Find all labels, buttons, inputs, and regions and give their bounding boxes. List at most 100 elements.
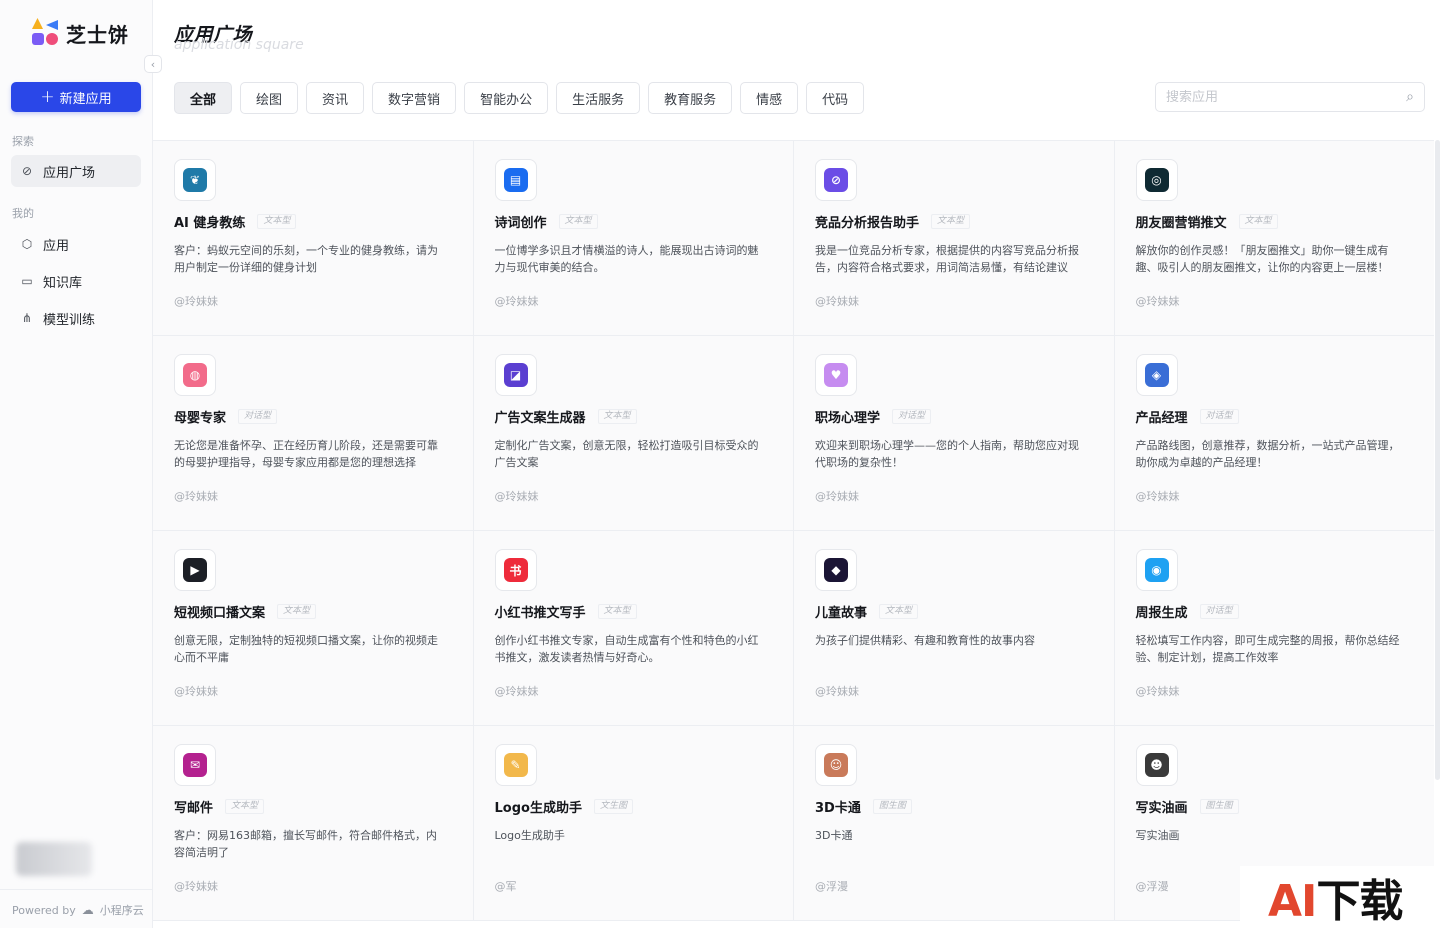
app-card[interactable]: ◎ 朋友圈营销推文 文本型 解放你的创作灵感！「朋友圈推文」助你一键生成有趣、吸引人的… [1114,141,1434,336]
sidebar-item-model-training[interactable]: ⋔ 模型训练 [11,302,141,334]
app-card[interactable]: ⊘ 竞品分析报告助手 文本型 我是一位竞品分析专家，根据提供的内容写竞品分析报告，内容… [794,141,1115,336]
user-avatar[interactable] [16,842,92,876]
app-title-row: 母婴专家 对话型 [174,407,453,426]
scrollbar-thumb[interactable] [1435,140,1440,780]
powered-by-text: Powered by [12,903,76,917]
new-app-button[interactable]: + 新建应用 [11,82,141,112]
sidebar-item-apps[interactable]: ⬡ 应用 [11,228,141,260]
section-label-mine: 我的 [12,207,34,220]
app-title: 写邮件 [174,801,214,816]
app-author: @玲妹妹 [174,685,218,698]
filter-news[interactable]: 资讯 [306,82,365,114]
app-title-row: AI 健身教练 文本型 [174,212,453,231]
app-type-tag: 图生图 [1199,799,1239,814]
app-card[interactable]: ◉ 周报生成 对话型 轻松填写工作内容，即可生成完整的周报，帮你总结经验、制定计划，提… [1114,531,1434,726]
app-card[interactable]: ✉ 写邮件 文本型 客户：网易163邮箱，擅长写邮件，符合邮件格式，内容简洁明了 @玲妹… [153,726,474,921]
app-card[interactable]: 书小红书推文写手 文本型 创作小红书推文专家，自动生成富有个性和特色的小红书推文，激… [473,531,794,726]
app-description: 创意无限，定制独特的短视频口播文案，让你的视频走心而不平庸 [174,634,438,664]
app-card[interactable]: ✎ Logo生成助手 文生图 Logo生成助手 @军 [473,726,794,921]
chevron-left-icon: ‹ [150,57,156,71]
app-title-row: 3D卡通 图生图 [815,797,1094,816]
app-author: @玲妹妹 [815,685,859,698]
brand-logo-icon [30,18,60,48]
app-icon-glyph: ✉ [183,753,207,777]
powered-by-vendor: 小程序云 [99,904,144,917]
app-icon-glyph: ◈ [1144,363,1169,387]
app-icon-glyph: 书 [503,558,528,582]
app-description: 定制化广告文案，创意无限，轻松打造吸引目标受众的广告文案 [494,439,759,469]
brand-name: 芝士饼 [66,22,129,47]
watermark-prefix: AI [1268,876,1317,927]
app-icon-glyph: ◆ [824,558,848,582]
powered-by: Powered by ☁ 小程序云 [0,889,153,918]
app-title: 短视频口播文案 [174,606,266,621]
app-card[interactable]: ❦ AI 健身教练 文本型 客户：蚂蚁元空间的乐刻，一个专业的健身教练，请为用户制定一… [153,141,474,336]
brand-logo[interactable]: 芝士饼 [30,18,129,48]
app-title-row: 产品经理 对话型 [1136,407,1415,426]
app-card[interactable]: ☺ 3D卡通 图生图 3D卡通 @浮漫 [794,726,1115,921]
app-card[interactable]: ♥ 职场心理学 对话型 欢迎来到职场心理学——您的个人指南，帮助您应对现代职场的复杂性… [794,336,1115,531]
collapse-sidebar-button[interactable]: ‹ [144,55,162,73]
app-title: 3D卡通 [815,801,861,816]
app-title: 朋友圈营销推文 [1135,216,1227,231]
app-card[interactable]: ◈ 产品经理 对话型产品路线图，创意推荐，数据分析，一站式产品管理，助你成为卓越的产… [1114,336,1434,531]
app-description: 3D卡通 [815,829,853,842]
search-icon[interactable]: ⌕ [1406,89,1414,105]
app-type-tag: 文本型 [931,214,971,229]
filter-all[interactable]: 全部 [174,82,233,114]
app-type-tag: 文本型 [277,604,317,619]
app-title: 产品经理 [1135,411,1188,426]
app-description: 我是一位竞品分析专家，根据提供的内容写竞品分析报告，内容符合格式要求，用词简洁易… [815,244,1079,274]
filter-digital-marketing[interactable]: 数字营销 [372,82,457,114]
search-box: ⌕ [1155,82,1425,112]
app-title-row: 广告文案生成器 文本型 [495,407,774,426]
app-type-tag: 文本型 [597,409,637,424]
filter-life-services[interactable]: 生活服务 [556,82,641,114]
page-subtitle: application square [174,37,304,53]
app-description: 产品路线图，创意推荐，数据分析，一站式产品管理，助你成为卓越的产品经理！ [1135,439,1400,469]
filter-drawing[interactable]: 绘图 [240,82,299,114]
app-author: @浮漫 [815,880,848,893]
app-title: 写实油画 [1135,801,1188,816]
filter-smart-office[interactable]: 智能办公 [464,82,549,114]
app-type-tag: 对话型 [238,409,278,424]
app-card[interactable]: ◆ 儿童故事 文本型 为孩子们提供精彩、有趣和教育性的故事内容 @玲妹妹 [794,531,1115,726]
app-author: @玲妹妹 [494,490,539,503]
sidebar-item-knowledge-base[interactable]: ▭ 知识库 [11,265,141,297]
sidebar-item-label: 知识库 [43,275,83,291]
app-title-row: 竞品分析报告助手 文本型 [815,212,1094,231]
app-title: 母婴专家 [174,411,227,426]
app-type-tag: 图生图 [872,799,912,814]
compass-icon: ⊘ [21,164,33,178]
app-card[interactable]: ◪ 广告文案生成器 文本型定制化广告文案，创意无限，轻松打造吸引目标受众的广告文案 @… [473,336,794,531]
sidebar-item-app-square[interactable]: ⊘ 应用广场 [11,155,141,187]
app-title-row: Logo生成助手 文生图 [495,797,774,816]
app-author: @玲妹妹 [815,490,859,503]
app-icon: ◍ [174,354,216,396]
app-icon-glyph: ◍ [183,363,207,387]
filter-education[interactable]: 教育服务 [648,82,733,114]
app-description: 一位博学多识且才情横溢的诗人，能展现出古诗词的魅力与现代审美的结合。 [494,244,759,274]
app-icon: ♥ [815,354,857,396]
app-author: @玲妹妹 [174,490,218,503]
sidebar-item-label: 应用广场 [43,165,96,181]
app-type-tag: 对话型 [1199,604,1239,619]
app-card[interactable]: ▤ 诗词创作 文本型 一位博学多识且才情横溢的诗人，能展现出古诗词的魅力与现代审美的结… [473,141,794,336]
app-description: 解放你的创作灵感！「朋友圈推文」助你一键生成有趣、吸引人的朋友圈推文，让你的内容… [1135,244,1389,274]
sidebar: 芝士饼 + 新建应用 探索 ⊘ 应用广场 我的 ⬡ 应用 ▭ 知识库 ⋔ 模型训… [0,0,153,928]
app-card[interactable]: ◍ 母婴专家 对话型 无论您是准备怀孕、正在经历育儿阶段，还是需要可靠的母婴护理指导，… [153,336,474,531]
app-title-row: 短视频口播文案 文本型 [174,602,453,621]
app-type-tag: 对话型 [892,409,932,424]
filter-emotion[interactable]: 情感 [740,82,799,114]
app-author: @浮漫 [1135,880,1169,893]
app-card[interactable]: ▶ 短视频口播文案 文本型创意无限，定制独特的短视频口播文案，让你的视频走心而不平庸… [153,531,474,726]
search-input[interactable] [1166,89,1407,105]
app-title: 儿童故事 [815,606,868,621]
app-author: @玲妹妹 [1135,490,1180,503]
app-title-row: 写邮件 文本型 [174,797,453,816]
app-type-tag: 文生图 [593,799,633,814]
app-icon: ◪ [494,354,537,396]
watermark: AI下载 [1240,866,1440,928]
app-icon-glyph: ▶ [183,558,207,582]
filter-code[interactable]: 代码 [806,82,865,114]
